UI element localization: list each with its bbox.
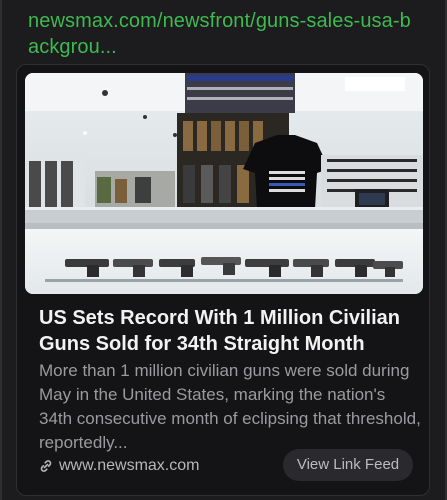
link-icon [39, 459, 53, 473]
preview-thumbnail[interactable] [25, 73, 423, 294]
gun-store-image [25, 73, 423, 294]
post-panel: newsmax.com/newsfront/guns-sales-usa-bac… [0, 0, 447, 500]
preview-description: More than 1 million civilian guns were s… [39, 361, 421, 452]
link-preview-card[interactable]: US Sets Record With 1 Million Civilian G… [16, 64, 430, 496]
preview-headline[interactable]: US Sets Record With 1 Million Civilian G… [39, 305, 419, 357]
preview-domain-text: www.newsmax.com [59, 457, 200, 474]
preview-url-link[interactable]: newsmax.com/newsfront/guns-sales-usa-bac… [28, 8, 418, 60]
preview-domain[interactable]: www.newsmax.com [39, 455, 199, 477]
view-link-feed-button[interactable]: View Link Feed [283, 449, 413, 481]
